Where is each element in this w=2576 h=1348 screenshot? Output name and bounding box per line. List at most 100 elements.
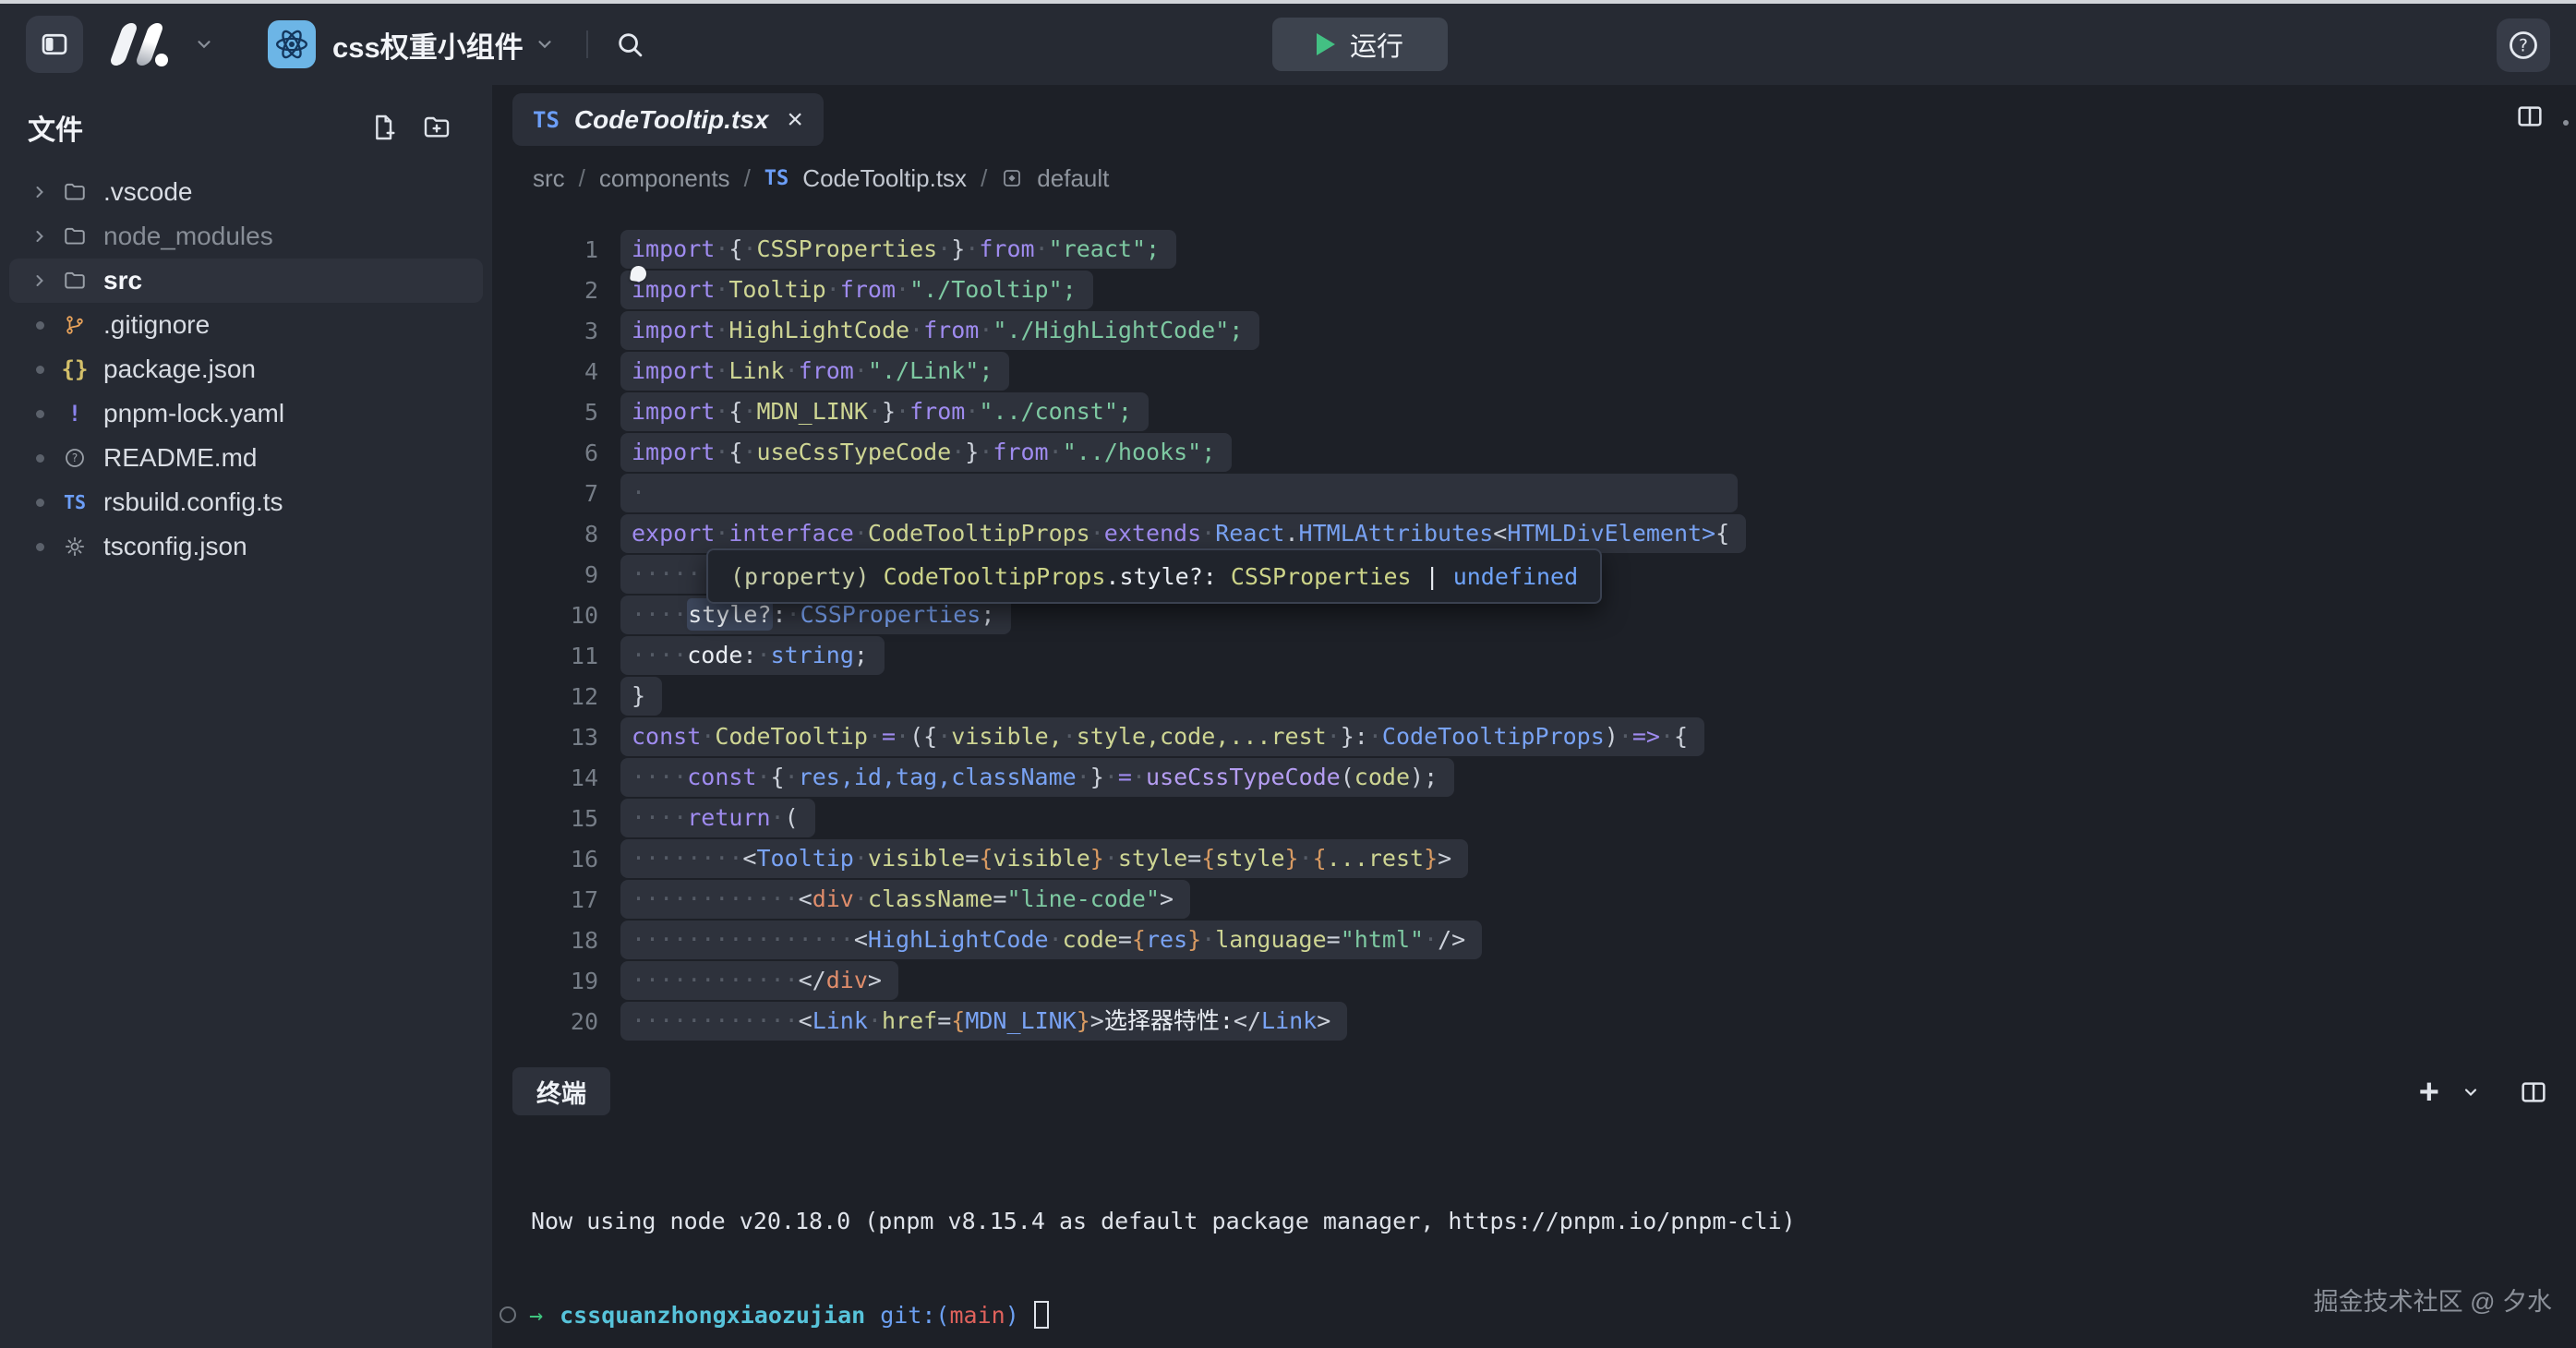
explorer-header: 文件 (0, 85, 492, 161)
code-line-4[interactable]: 4import·Link·from·"./Link"; (492, 351, 2576, 391)
close-icon[interactable]: × (787, 106, 803, 134)
code-line-1[interactable]: 1import·{·CSSProperties·}·from·"react"; (492, 229, 2576, 270)
line-number: 13 (492, 724, 598, 751)
code-token: "html" (1341, 926, 1424, 953)
tab-codetooltip[interactable]: TS CodeTooltip.tsx × (512, 93, 824, 146)
code-line-2[interactable]: 2import·Tooltip·from·"./Tooltip"; (492, 270, 2576, 310)
breadcrumb-components[interactable]: components (599, 164, 730, 193)
code-line-6[interactable]: 6import·{·useCssTypeCode·}·from·"../hook… (492, 432, 2576, 473)
code-line-text: ················<HighLightCode·code={res… (620, 921, 1482, 959)
tree-item-package-json[interactable]: {}package.json (9, 347, 483, 391)
editor-tab-bar: TS CodeTooltip.tsx × (492, 85, 2576, 150)
code-token: · (742, 235, 756, 262)
breadcrumb-symbol[interactable]: default (1037, 164, 1109, 193)
code-line-15[interactable]: 15····return·( (492, 798, 2576, 838)
code-token: { (1674, 723, 1688, 750)
code-line-7[interactable]: 7· (492, 473, 2576, 513)
line-number: 18 (492, 927, 598, 954)
folder-expand-toggle[interactable] (30, 183, 50, 201)
code-token: ···· (632, 642, 687, 668)
tree-item-label: pnpm-lock.yaml (103, 399, 284, 428)
typescript-badge-icon: TS (533, 107, 560, 133)
file-dot-icon (30, 543, 50, 551)
plus-icon: + (2419, 1075, 2439, 1110)
code-line-20[interactable]: 20············<Link·href={MDN_LINK}>选择器特… (492, 1001, 2576, 1041)
code-token: : (742, 642, 756, 668)
code-token: CodeTooltipProps (868, 520, 1090, 547)
code-token: { (771, 764, 785, 790)
code-token: · (1104, 764, 1118, 790)
help-button[interactable]: ? (2497, 18, 2550, 72)
tree-item-tsconfig-json[interactable]: tsconfig.json (9, 524, 483, 569)
tree-item-label: node_modules (103, 222, 273, 251)
terminal-output[interactable]: Now using node v20.18.0 (pnpm v8.15.4 as… (531, 1154, 1796, 1348)
chevron-down-icon (2462, 1083, 2480, 1101)
workspace-menu-chevron[interactable] (194, 34, 214, 54)
code-token: = (1118, 764, 1132, 790)
split-editor-button[interactable] (2515, 102, 2545, 131)
code-editor[interactable]: 1import·{·CSSProperties·}·from·"react";2… (492, 207, 2576, 1051)
code-token: CSSProperties (800, 601, 981, 628)
code-token: export (632, 520, 715, 547)
code-token: · (854, 885, 868, 912)
folder-expand-toggle[interactable] (30, 271, 50, 290)
sidebar-toggle-button[interactable] (26, 16, 83, 73)
tree-item-README-md[interactable]: ?README.md (9, 436, 483, 480)
code-token: import (632, 357, 715, 384)
breadcrumb-filename[interactable]: CodeTooltip.tsx (802, 164, 967, 193)
tree-item-node-modules[interactable]: node_modules (9, 214, 483, 259)
git-branch-icon (64, 314, 86, 336)
tree-item-pnpm-lock-yaml[interactable]: !pnpm-lock.yaml (9, 391, 483, 436)
new-file-button[interactable] (368, 113, 398, 142)
code-token: ············ (632, 967, 799, 993)
code-token: · (896, 276, 909, 303)
folder-expand-toggle[interactable] (30, 227, 50, 246)
code-token: res,id,tag,className (799, 764, 1077, 790)
new-terminal-button[interactable]: + (2419, 1075, 2439, 1110)
terminal-actions: + (2419, 1075, 2548, 1110)
tree-item--gitignore[interactable]: .gitignore (9, 303, 483, 347)
new-folder-button[interactable] (422, 113, 451, 142)
symbol-icon (1001, 167, 1023, 189)
code-line-3[interactable]: 3import·HighLightCode·from·"./HighLightC… (492, 310, 2576, 351)
code-line-text: ············<div·className="line-code"> (620, 880, 1190, 919)
code-line-13[interactable]: 13const·CodeTooltip·=·({·visible,·style,… (492, 716, 2576, 757)
tree-item-rsbuild-config-ts[interactable]: TSrsbuild.config.ts (9, 480, 483, 524)
code-token: · (1327, 723, 1341, 750)
code-line-18[interactable]: 18 ················<HighLightCode·code={r… (492, 920, 2576, 960)
code-token: · (896, 398, 909, 425)
split-terminal-button[interactable] (2519, 1077, 2548, 1107)
run-button-label: 运行 (1350, 25, 1403, 64)
code-line-12[interactable]: 12} (492, 676, 2576, 716)
code-line-19[interactable]: 19············</div> (492, 960, 2576, 1001)
breadcrumb[interactable]: src / components / TS CodeTooltip.tsx / … (492, 150, 2576, 207)
code-token: < (799, 885, 813, 912)
breadcrumb-src[interactable]: src (533, 164, 565, 193)
code-token: "../hooks"; (1063, 439, 1216, 465)
code-line-16[interactable]: 16········<Tooltip·visible={visible}·sty… (492, 838, 2576, 879)
code-token: } (1187, 926, 1201, 953)
code-line-11[interactable]: 11····code:·string; (492, 635, 2576, 676)
code-token: = (993, 885, 1006, 912)
code-token: MDN_LINK (965, 1007, 1076, 1034)
project-menu-chevron[interactable] (535, 34, 555, 54)
code-token: · (742, 439, 756, 465)
terminal-dropdown-button[interactable] (2462, 1083, 2480, 1101)
run-button[interactable]: 运行 (1272, 18, 1448, 71)
code-line-17[interactable]: 17············<div·className="line-code"… (492, 879, 2576, 920)
tree-item-src[interactable]: src (9, 259, 483, 303)
file-dot-icon (30, 410, 50, 418)
project-name[interactable]: css权重小组件 (332, 24, 524, 66)
tab-terminal[interactable]: 终端 (512, 1067, 610, 1115)
tree-item-label: package.json (103, 355, 256, 384)
code-line-14[interactable]: 14····const·{·res,id,tag,className·}·=·u… (492, 757, 2576, 798)
tree-item--vscode[interactable]: .vscode (9, 170, 483, 214)
code-token: · (1090, 520, 1104, 547)
code-token: · (1035, 235, 1049, 262)
code-token: from (840, 276, 896, 303)
line-number: 2 (492, 277, 598, 304)
code-line-5[interactable]: 5import·{·MDN_LINK·}·from·"../const"; (492, 391, 2576, 432)
code-token: · (632, 479, 645, 506)
code-token: } (965, 439, 979, 465)
search-button[interactable] (614, 29, 645, 60)
